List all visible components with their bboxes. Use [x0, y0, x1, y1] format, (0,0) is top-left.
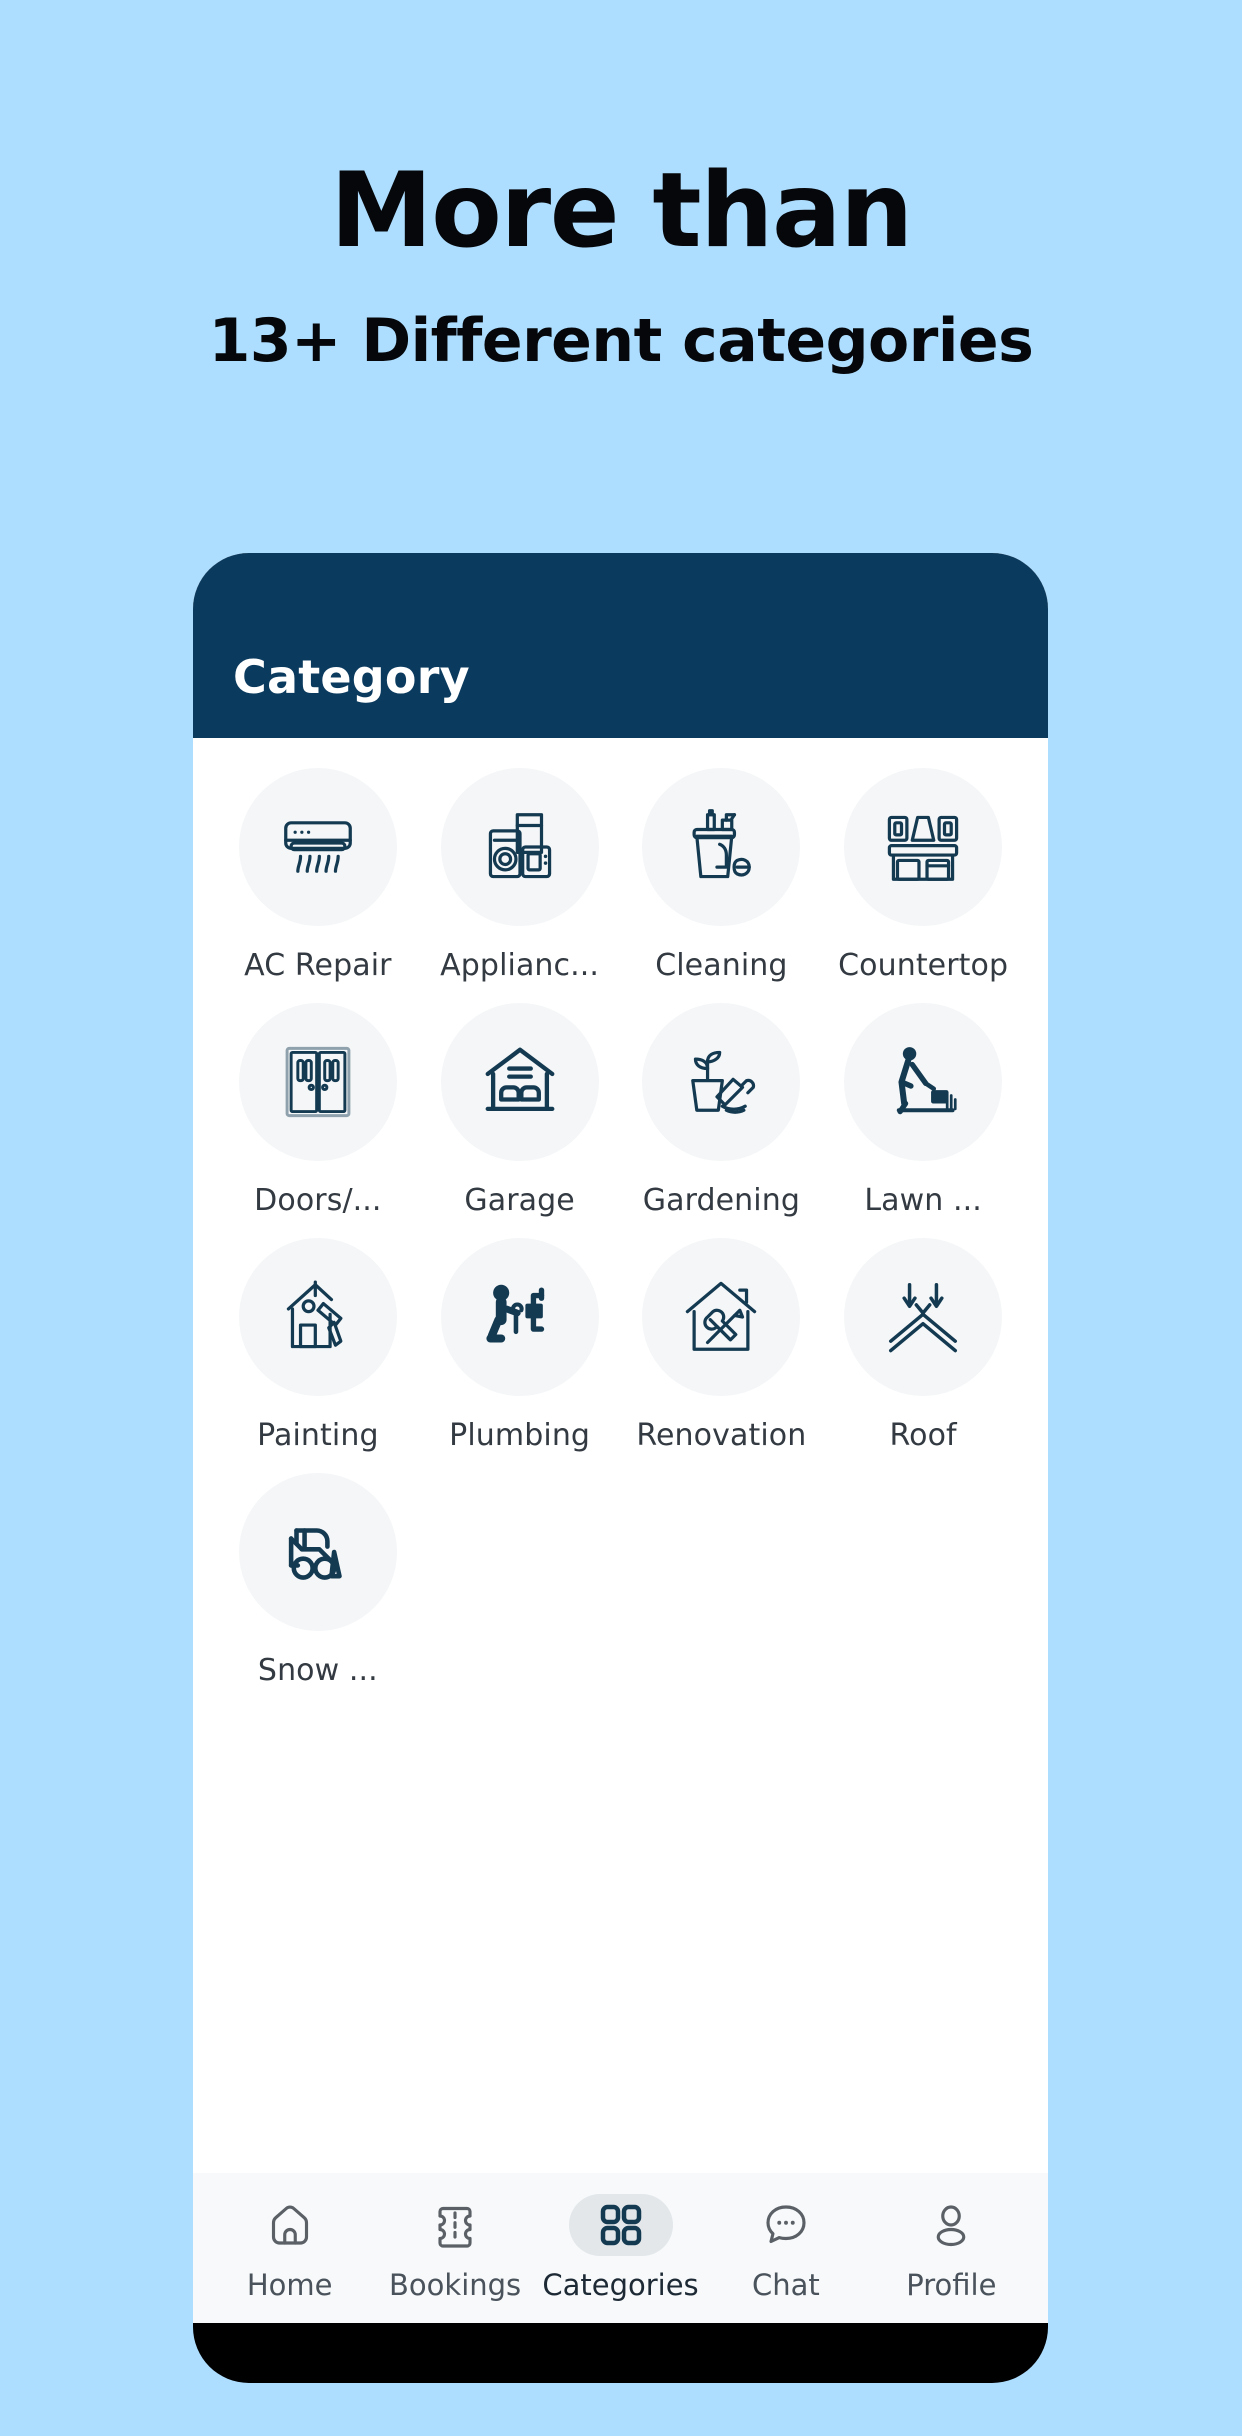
promo-subtitle: 13+ Different categories: [208, 306, 1034, 376]
category-label: AC Repair: [244, 948, 392, 983]
roof-chevron-icon: [889, 1283, 958, 1353]
nav-item-categories[interactable]: Categories: [538, 2194, 703, 2302]
person-icon: [937, 2205, 966, 2247]
nav-item-home[interactable]: Home: [207, 2194, 372, 2302]
kitchen-countertop-icon: [887, 815, 959, 881]
category-icon-wrapper: [440, 1238, 599, 1396]
category-icon-wrapper: [642, 768, 801, 926]
category-label: Countertop: [838, 948, 1009, 983]
potted-plant-shovel-icon: [691, 1050, 756, 1114]
nav-item-bookings[interactable]: Bookings: [372, 2194, 537, 2302]
app-header: Category: [193, 553, 1048, 738]
double-doors-icon: [285, 1046, 351, 1118]
lawn-mower-person-icon: [896, 1047, 957, 1115]
bottom-navigation-bar: Home Bookings Categories Chat Profile: [193, 2173, 1048, 2323]
house-tools-icon: [686, 1281, 757, 1351]
nav-icon-wrapper: [238, 2194, 342, 2256]
garage-icon: [485, 1047, 555, 1112]
category-icon-wrapper: [440, 1003, 599, 1161]
category-icon-wrapper: [642, 1238, 801, 1396]
plumber-person-icon: [486, 1284, 544, 1343]
promo-screenshot: More than 13+ Different categories Categ…: [0, 0, 1242, 2436]
category-label: Doors/...: [254, 1183, 382, 1218]
category-item-countertop[interactable]: Countertop: [822, 760, 1024, 983]
category-icon-wrapper: [440, 768, 599, 926]
category-item-doors[interactable]: Doors/...: [217, 995, 419, 1218]
phone-mockup: Category AC Repair Applianc... Cleaning …: [193, 553, 1048, 2383]
category-label: Plumbing: [449, 1418, 591, 1453]
category-item-cleaning[interactable]: Cleaning: [621, 760, 823, 983]
category-label: Cleaning: [655, 948, 788, 983]
grid-icon: [600, 2204, 641, 2246]
nav-item-profile[interactable]: Profile: [869, 2194, 1034, 2302]
nav-icon-wrapper: [568, 2194, 673, 2256]
nav-icon-wrapper: [734, 2194, 838, 2256]
house-paint-roller-icon: [286, 1280, 343, 1349]
category-item-ac-repair[interactable]: AC Repair: [217, 760, 419, 983]
nav-label: Categories: [542, 2268, 699, 2302]
category-icon-wrapper: [844, 1003, 1003, 1161]
promo-title: More than: [330, 151, 913, 271]
promo-text-block: More than 13+ Different categories: [0, 0, 1242, 376]
chat-bubble-icon: [766, 2205, 806, 2244]
category-icon-wrapper: [238, 1003, 397, 1161]
category-grid-container: AC Repair Applianc... Cleaning Counterto…: [193, 738, 1048, 2173]
ticket-icon: [438, 2206, 472, 2248]
nav-label: Chat: [752, 2268, 820, 2302]
category-icon-wrapper: [238, 1238, 397, 1396]
category-item-plumbing[interactable]: Plumbing: [419, 1230, 621, 1453]
category-item-lawn[interactable]: Lawn ...: [822, 995, 1024, 1218]
category-grid: AC Repair Applianc... Cleaning Counterto…: [217, 760, 1024, 1688]
category-label: Applianc...: [440, 948, 600, 983]
nav-label: Profile: [906, 2268, 997, 2302]
category-label: Painting: [257, 1418, 379, 1453]
category-icon-wrapper: [844, 1238, 1003, 1396]
category-icon-wrapper: [238, 1473, 397, 1631]
category-icon-wrapper: [844, 768, 1003, 926]
nav-item-chat[interactable]: Chat: [703, 2194, 868, 2302]
page-title: Category: [233, 650, 470, 704]
category-label: Roof: [889, 1418, 957, 1453]
snow-plow-loader-icon: [288, 1528, 342, 1580]
category-item-snow[interactable]: Snow ...: [217, 1465, 419, 1688]
category-icon-wrapper: [642, 1003, 801, 1161]
phone-screen: Category AC Repair Applianc... Cleaning …: [193, 553, 1048, 2323]
nav-label: Home: [246, 2268, 333, 2302]
category-icon-wrapper: [238, 768, 397, 926]
category-label: Garage: [464, 1183, 575, 1218]
cleaning-supplies-icon: [692, 809, 752, 879]
category-label: Lawn ...: [864, 1183, 982, 1218]
nav-label: Bookings: [389, 2268, 522, 2302]
nav-icon-wrapper: [899, 2194, 1003, 2256]
category-item-painting[interactable]: Painting: [217, 1230, 419, 1453]
category-label: Snow ...: [257, 1653, 378, 1688]
category-label: Gardening: [642, 1183, 800, 1218]
category-item-renovation[interactable]: Renovation: [621, 1230, 823, 1453]
category-item-roof[interactable]: Roof: [822, 1230, 1024, 1453]
category-label: Renovation: [636, 1418, 807, 1453]
category-item-garage[interactable]: Garage: [419, 995, 621, 1218]
air-conditioner-icon: [284, 821, 352, 873]
appliances-icon: [488, 813, 551, 879]
category-item-gardening[interactable]: Gardening: [621, 995, 823, 1218]
category-item-appliances[interactable]: Applianc...: [419, 760, 621, 983]
home-icon: [271, 2205, 308, 2245]
nav-icon-wrapper: [403, 2194, 507, 2256]
